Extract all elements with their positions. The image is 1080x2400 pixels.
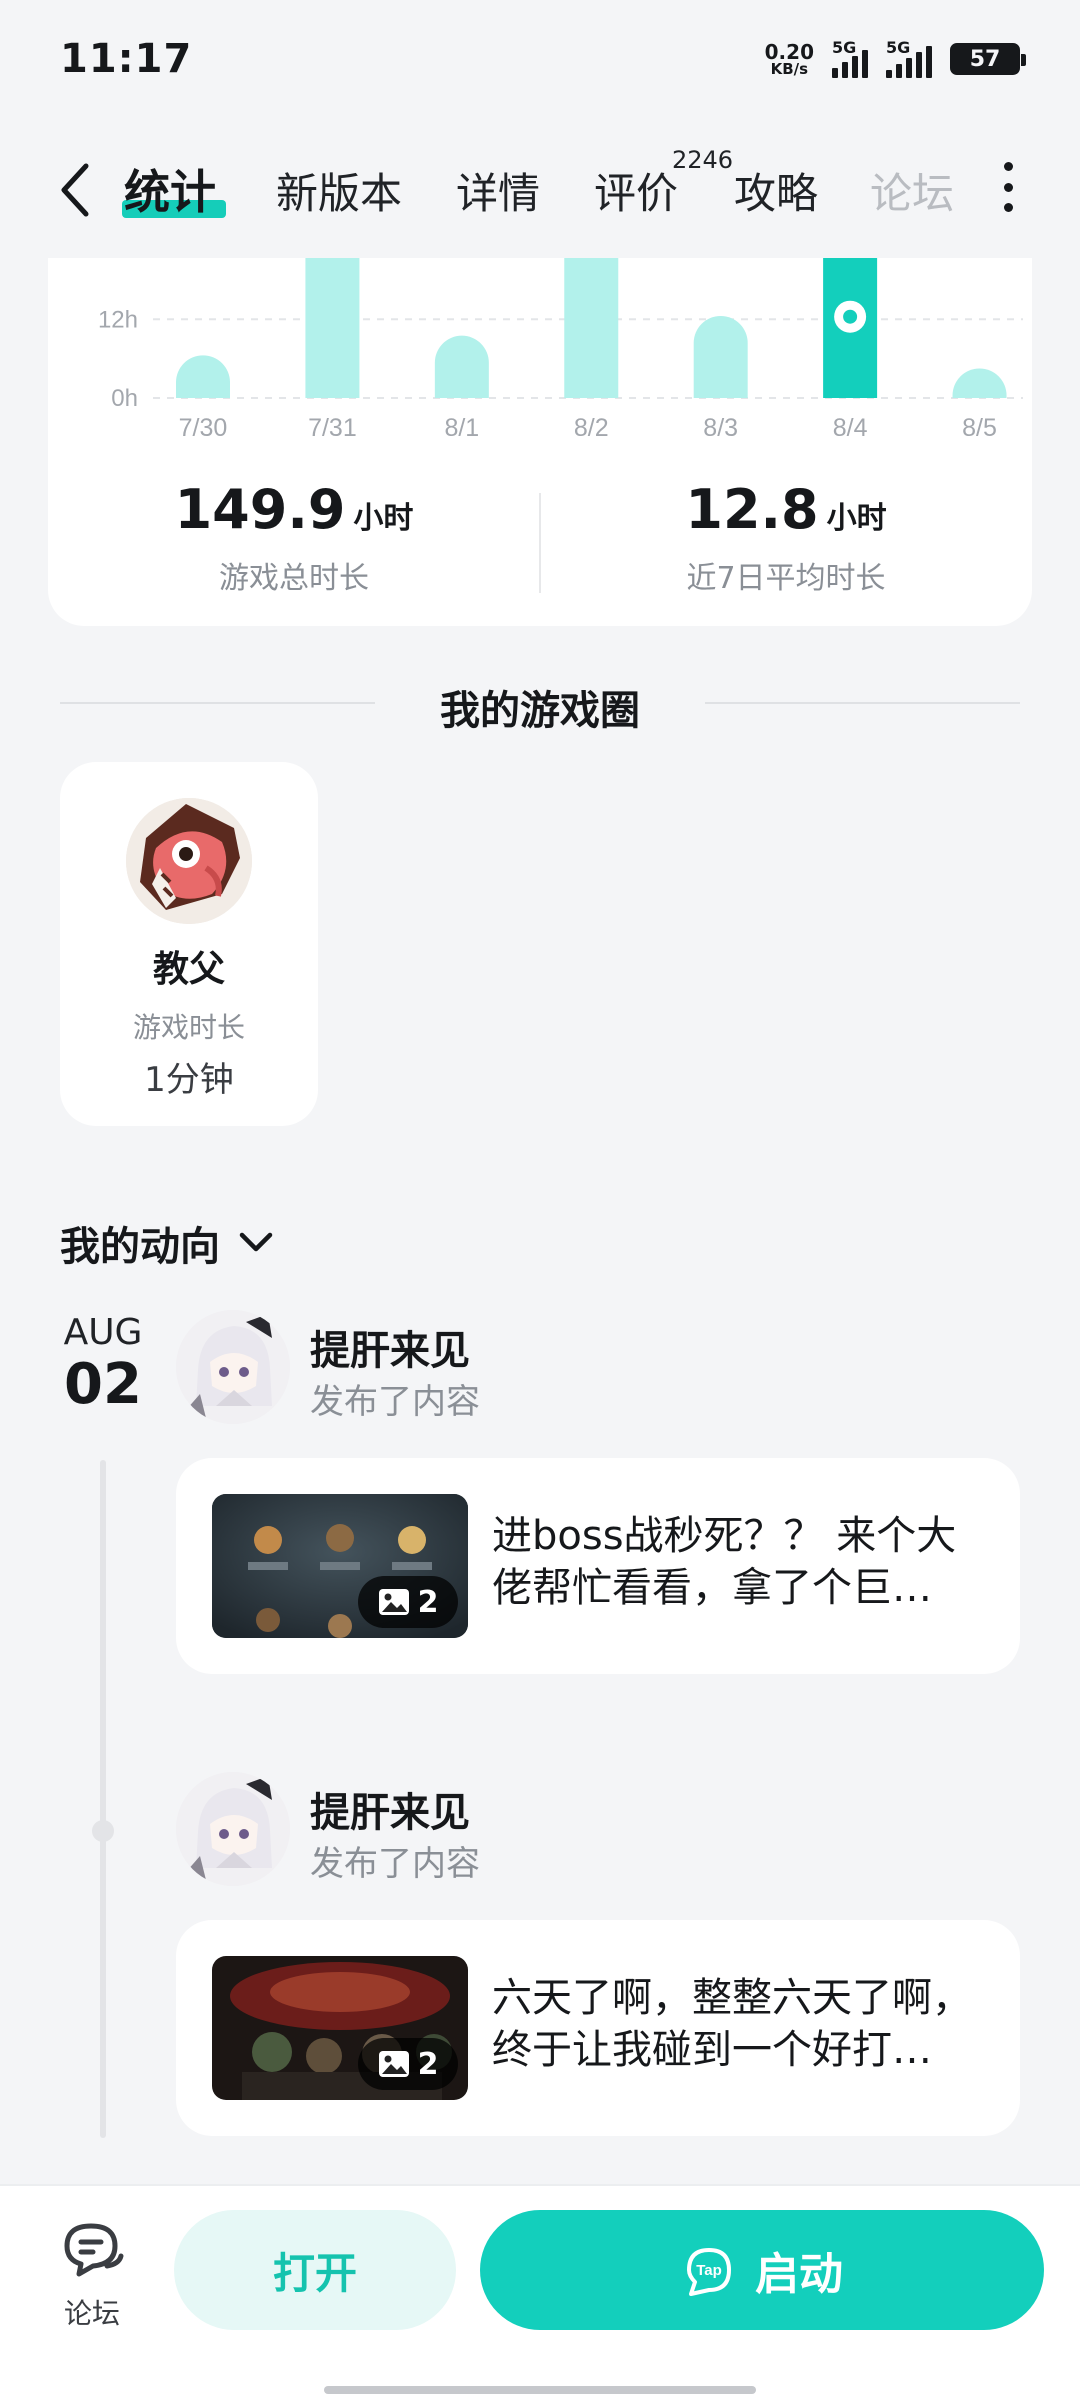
forum-label: 论坛 — [63, 2297, 120, 2330]
total-playtime-value: 149.9 — [174, 478, 346, 541]
user-avatar[interactable] — [176, 1310, 290, 1424]
timeline-dot — [92, 1820, 114, 1842]
network-speed-unit: KB/s — [770, 59, 809, 78]
game-circle-card[interactable]: 教父 游戏时长 1分钟 — [60, 762, 318, 1126]
start-button[interactable]: Tap 启动 — [480, 2210, 1044, 2330]
more-button[interactable] — [998, 162, 1018, 212]
status-icons: 0.20 KB/s 5G 5G 57 — [765, 38, 1026, 78]
post-thumbnail: 2 — [212, 1956, 468, 2100]
average-playtime: 12.8 小时 近7日平均时长 — [540, 478, 1032, 597]
svg-text:Tap: Tap — [696, 2262, 722, 2279]
x-tick-label: 8/4 — [833, 414, 868, 442]
start-button-label: 启动 — [755, 2249, 843, 2300]
circle-avatar — [126, 798, 252, 924]
playtime-bar-chart: 12h 0h 7/30 7/31 8/1 8/2 8/3 8/4 8/5 — [98, 258, 1023, 442]
back-button[interactable] — [52, 160, 102, 220]
sim2-label: 5G — [886, 38, 911, 57]
post-card[interactable]: 2 六天了啊，整整六天了啊，终于让我碰到一个好打… — [176, 1920, 1020, 2136]
forum-button[interactable]: 论坛 — [44, 2212, 140, 2332]
tab-guides[interactable]: 攻略 — [734, 160, 818, 221]
chevron-left-icon — [61, 163, 89, 217]
image-count-badge: 2 — [358, 2038, 458, 2090]
stats-card: 12h 0h 7/30 7/31 8/1 8/2 8/3 8/4 8/5 149.9 小时 游戏… — [48, 258, 1032, 626]
anime-avatar-icon — [176, 1772, 290, 1886]
tap-logo-icon: Tap — [687, 2248, 731, 2296]
tab-details[interactable]: 详情 — [456, 160, 540, 221]
chevron-down-icon — [239, 1232, 273, 1252]
chart-bar — [952, 368, 1007, 398]
x-tick-label: 7/30 — [179, 414, 228, 442]
home-indicator — [324, 2386, 756, 2394]
post-text: 进boss战秒死？？ 来个大佬帮忙看看，拿了个巨… — [492, 1513, 957, 1611]
user-avatar[interactable] — [176, 1772, 290, 1886]
status-time: 11:17 — [60, 36, 193, 82]
bottom-action-bar: 论坛 打开 Tap 启动 — [0, 2184, 1080, 2400]
chart-bar — [693, 315, 748, 398]
tab-reviews[interactable]: 评价 — [594, 160, 678, 221]
post-author[interactable]: 提肝来见 — [310, 1318, 470, 1376]
more-dot — [1003, 162, 1013, 171]
section-title: 我的游戏圈 — [440, 688, 640, 734]
tab-stats[interactable]: 统计 — [124, 156, 216, 222]
chart-bar — [176, 355, 230, 398]
activity-title: 我的动向 — [60, 1224, 220, 1270]
post-author[interactable]: 提肝来见 — [310, 1780, 470, 1838]
post-action: 发布了内容 — [310, 1382, 480, 1422]
tab-bar: 统计 新版本 详情 评价 2246 攻略 论坛 — [0, 118, 1080, 258]
date-day: 02 — [64, 1352, 142, 1417]
chart-bar — [434, 335, 489, 398]
x-tick-label: 8/2 — [574, 414, 609, 442]
total-playtime-label: 游戏总时长 — [219, 561, 369, 596]
tab-new-version[interactable]: 新版本 — [276, 160, 402, 221]
reviews-count-badge: 2246 — [672, 146, 734, 174]
network-speed-value: 0.20 — [764, 39, 814, 64]
average-playtime-value: 12.8 — [685, 478, 819, 541]
total-playtime: 149.9 小时 游戏总时长 — [48, 478, 540, 597]
average-playtime-label: 近7日平均时长 — [686, 561, 886, 596]
total-playtime-unit: 小时 — [353, 501, 414, 536]
signal-icon-2: 5G — [886, 38, 932, 78]
post-text: 六天了啊，整整六天了啊，终于让我碰到一个好打… — [492, 1975, 972, 2073]
average-playtime-unit: 小时 — [826, 501, 887, 536]
game-name: 教父 — [152, 949, 225, 990]
timeline-line — [100, 1460, 106, 2138]
post-card[interactable]: 2 进boss战秒死？？ 来个大佬帮忙看看，拿了个巨… — [176, 1458, 1020, 1674]
x-tick-label: 8/5 — [962, 414, 997, 442]
battery-level: 57 — [969, 46, 1001, 72]
image-icon — [378, 1589, 409, 1615]
status-bar: 11:17 0.20 KB/s 5G 5G 57 — [0, 0, 1080, 118]
more-dot — [1003, 182, 1013, 192]
x-tick-label: 7/31 — [308, 414, 357, 442]
x-tick-label: 8/1 — [444, 414, 479, 442]
playtime-value: 1分钟 — [144, 1060, 234, 1100]
open-button[interactable]: 打开 — [174, 2210, 456, 2330]
more-dot — [1003, 203, 1013, 212]
signal-icon: 5G — [832, 38, 868, 78]
date-month: AUG — [63, 1312, 143, 1353]
sim1-label: 5G — [832, 38, 857, 57]
image-count: 2 — [417, 2046, 439, 2082]
post-thumbnail: 2 — [212, 1494, 468, 1638]
chart-bar-highlight-dot — [843, 309, 858, 324]
y-tick-label: 0h — [111, 385, 138, 412]
image-icon — [378, 2051, 409, 2077]
chart-bar — [305, 258, 360, 398]
activity-dropdown[interactable]: 我的动向 — [60, 1214, 274, 1272]
fish-mascot-icon — [126, 798, 252, 924]
post-action: 发布了内容 — [310, 1844, 480, 1884]
chart-bar — [564, 258, 619, 398]
y-tick-label: 12h — [98, 306, 138, 333]
network-speed: 0.20 KB/s — [765, 42, 814, 77]
playtime-label: 游戏时长 — [132, 1011, 245, 1044]
image-count-badge: 2 — [358, 1576, 458, 1628]
anime-avatar-icon — [176, 1310, 290, 1424]
x-tick-label: 8/3 — [703, 414, 738, 442]
game-circle-section-header: 我的游戏圈 — [60, 664, 1020, 740]
open-button-label: 打开 — [272, 2248, 357, 2298]
image-count: 2 — [417, 1584, 439, 1620]
battery-icon: 57 — [950, 43, 1026, 75]
chat-bubble-icon — [64, 2223, 124, 2277]
tab-forum[interactable]: 论坛 — [870, 160, 954, 221]
